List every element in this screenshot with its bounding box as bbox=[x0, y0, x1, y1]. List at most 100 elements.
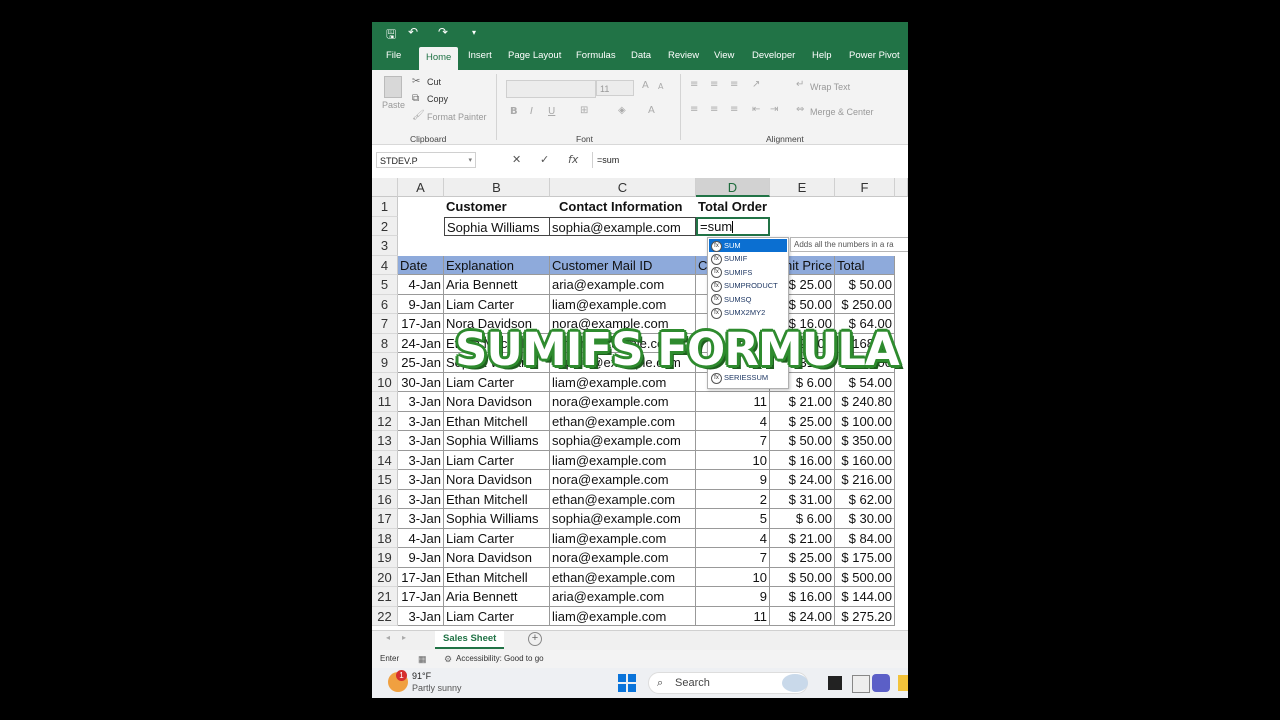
cell-c2[interactable]: sophia@example.com bbox=[550, 216, 696, 236]
cell-d2-editing[interactable]: =sum bbox=[696, 216, 770, 236]
cell-b1[interactable]: Customer bbox=[444, 197, 550, 217]
row-header[interactable]: 12 bbox=[372, 411, 398, 431]
row-header[interactable]: 10 bbox=[372, 372, 398, 392]
row-header[interactable]: 13 bbox=[372, 431, 398, 451]
cell-explanation[interactable]: Nora Davidson bbox=[444, 392, 550, 412]
row-header[interactable]: 8 bbox=[372, 333, 398, 353]
cell-email[interactable]: nora@example.com bbox=[550, 470, 696, 490]
row-header[interactable]: 7 bbox=[372, 314, 398, 334]
accessibility-status[interactable]: Accessibility: Good to go bbox=[456, 650, 544, 668]
merge-center-button[interactable]: Merge & Center bbox=[810, 107, 874, 117]
formula-input[interactable]: =sum bbox=[592, 152, 908, 168]
enter-icon[interactable]: ✓ bbox=[540, 153, 549, 166]
cell-unit-price[interactable]: $ 6.00 bbox=[770, 509, 835, 529]
cell-date[interactable]: 3-Jan bbox=[398, 431, 444, 451]
cell-unit-price[interactable]: $ 21.00 bbox=[770, 528, 835, 548]
autocomplete-item[interactable]: fx SUMSQ bbox=[709, 293, 787, 306]
teams-icon[interactable] bbox=[872, 674, 890, 692]
cell-explanation[interactable]: Liam Carter bbox=[444, 606, 550, 626]
cell-total[interactable]: $ 160.00 bbox=[835, 450, 895, 470]
tab-file[interactable]: File bbox=[386, 50, 401, 61]
cancel-icon[interactable]: ✕ bbox=[512, 153, 521, 166]
column-header-c[interactable]: C bbox=[550, 178, 696, 197]
tab-view[interactable]: View bbox=[714, 50, 734, 61]
middle-align-icon[interactable]: ≡ bbox=[710, 79, 718, 90]
cell-email[interactable]: liam@example.com bbox=[550, 294, 696, 314]
cell-date[interactable]: 3-Jan bbox=[398, 411, 444, 431]
add-sheet-icon[interactable]: + bbox=[528, 632, 542, 646]
name-box[interactable]: STDEV.P ▾ bbox=[376, 152, 476, 168]
font-name-combo[interactable] bbox=[506, 80, 596, 98]
undo-icon[interactable]: ↶ bbox=[408, 25, 418, 39]
row-header[interactable]: 3 bbox=[372, 236, 398, 256]
top-align-icon[interactable]: ≡ bbox=[690, 79, 698, 90]
windows-start-icon[interactable] bbox=[618, 674, 636, 692]
folder-icon[interactable] bbox=[898, 675, 908, 691]
select-all-corner[interactable] bbox=[372, 178, 398, 197]
cell-explanation[interactable]: Ethan Mitchell bbox=[444, 411, 550, 431]
tab-formulas[interactable]: Formulas bbox=[576, 50, 616, 61]
cell-email[interactable]: sophia@example.com bbox=[550, 509, 696, 529]
bottom-align-icon[interactable]: ≡ bbox=[730, 79, 738, 90]
tab-review[interactable]: Review bbox=[668, 50, 699, 61]
wrap-text-button[interactable]: Wrap Text bbox=[810, 82, 850, 92]
sheet-tab-sales[interactable]: Sales Sheet bbox=[435, 631, 505, 649]
row-header[interactable]: 14 bbox=[372, 450, 398, 470]
cell-date[interactable]: 25-Jan bbox=[398, 353, 444, 373]
cell-date[interactable]: 17-Jan bbox=[398, 587, 444, 607]
tab-home[interactable]: Home bbox=[419, 47, 459, 70]
cell-date[interactable]: 30-Jan bbox=[398, 372, 444, 392]
align-center-icon[interactable]: ≡ bbox=[710, 104, 718, 115]
cell-date[interactable]: 3-Jan bbox=[398, 392, 444, 412]
cell-total[interactable]: $ 216.00 bbox=[835, 470, 895, 490]
format-painter-button[interactable]: Format Painter bbox=[427, 112, 487, 122]
cell-qty[interactable]: 9 bbox=[696, 470, 770, 490]
bold-button[interactable]: B bbox=[510, 106, 518, 117]
row-header[interactable]: 21 bbox=[372, 587, 398, 607]
cell-unit-price[interactable]: $ 16.00 bbox=[770, 450, 835, 470]
cell-qty[interactable]: 5 bbox=[696, 509, 770, 529]
customize-quick-access-icon[interactable]: ▾ bbox=[472, 28, 476, 37]
cell-unit-price[interactable]: $ 24.00 bbox=[770, 470, 835, 490]
cell-date[interactable]: 3-Jan bbox=[398, 450, 444, 470]
cell-total[interactable]: $ 50.00 bbox=[835, 275, 895, 295]
cell-date[interactable]: 4-Jan bbox=[398, 528, 444, 548]
header-total[interactable]: Total bbox=[835, 255, 895, 275]
cell-explanation[interactable]: Sophia Williams bbox=[444, 509, 550, 529]
tab-insert[interactable]: Insert bbox=[468, 50, 492, 61]
cell-email[interactable]: ethan@example.com bbox=[550, 489, 696, 509]
cell-email[interactable]: sophia@example.com bbox=[550, 431, 696, 451]
scroll-left-icon[interactable]: ◂ bbox=[386, 633, 390, 642]
outdent-icon[interactable]: ⇥ bbox=[770, 104, 778, 115]
cell-unit-price[interactable]: $ 31.00 bbox=[770, 489, 835, 509]
cell-date[interactable]: 24-Jan bbox=[398, 333, 444, 353]
row-header[interactable]: 9 bbox=[372, 353, 398, 373]
cell-email[interactable]: ethan@example.com bbox=[550, 567, 696, 587]
cell-unit-price[interactable]: $ 50.00 bbox=[770, 431, 835, 451]
cut-button[interactable]: Cut bbox=[427, 77, 441, 87]
header-customer-mail-id[interactable]: Customer Mail ID bbox=[550, 255, 696, 275]
cell-unit-price[interactable]: $ 16.00 bbox=[770, 587, 835, 607]
task-view-icon[interactable] bbox=[828, 676, 842, 690]
name-box-dropdown-icon[interactable]: ▾ bbox=[468, 153, 472, 169]
tab-power-pivot[interactable]: Power Pivot bbox=[849, 50, 900, 61]
cell-total[interactable]: $ 350.00 bbox=[835, 431, 895, 451]
fill-color-icon[interactable]: ◈ bbox=[618, 105, 626, 116]
row-header[interactable]: 2 bbox=[372, 216, 398, 236]
tab-developer[interactable]: Developer bbox=[752, 50, 795, 61]
cell-total[interactable]: $ 100.00 bbox=[835, 411, 895, 431]
column-header-d[interactable]: D bbox=[696, 178, 770, 197]
italic-button[interactable]: I bbox=[530, 106, 533, 117]
tab-page-layout[interactable]: Page Layout bbox=[508, 50, 561, 61]
autocomplete-item[interactable]: fx SUMIF bbox=[709, 252, 787, 265]
autocomplete-item[interactable]: fx SUMPRODUCT bbox=[709, 279, 787, 292]
cell-qty[interactable]: 10 bbox=[696, 450, 770, 470]
cell-email[interactable]: liam@example.com bbox=[550, 450, 696, 470]
cell-explanation[interactable]: Aria Bennett bbox=[444, 587, 550, 607]
save-icon[interactable]: 🖫 bbox=[386, 25, 396, 46]
autocomplete-item[interactable]: fx SUMIFS bbox=[709, 266, 787, 279]
font-size-combo[interactable]: 11 bbox=[596, 80, 634, 96]
cell-explanation[interactable]: Liam Carter bbox=[444, 294, 550, 314]
row-header[interactable]: 15 bbox=[372, 470, 398, 490]
cell-email[interactable]: ethan@example.com bbox=[550, 411, 696, 431]
